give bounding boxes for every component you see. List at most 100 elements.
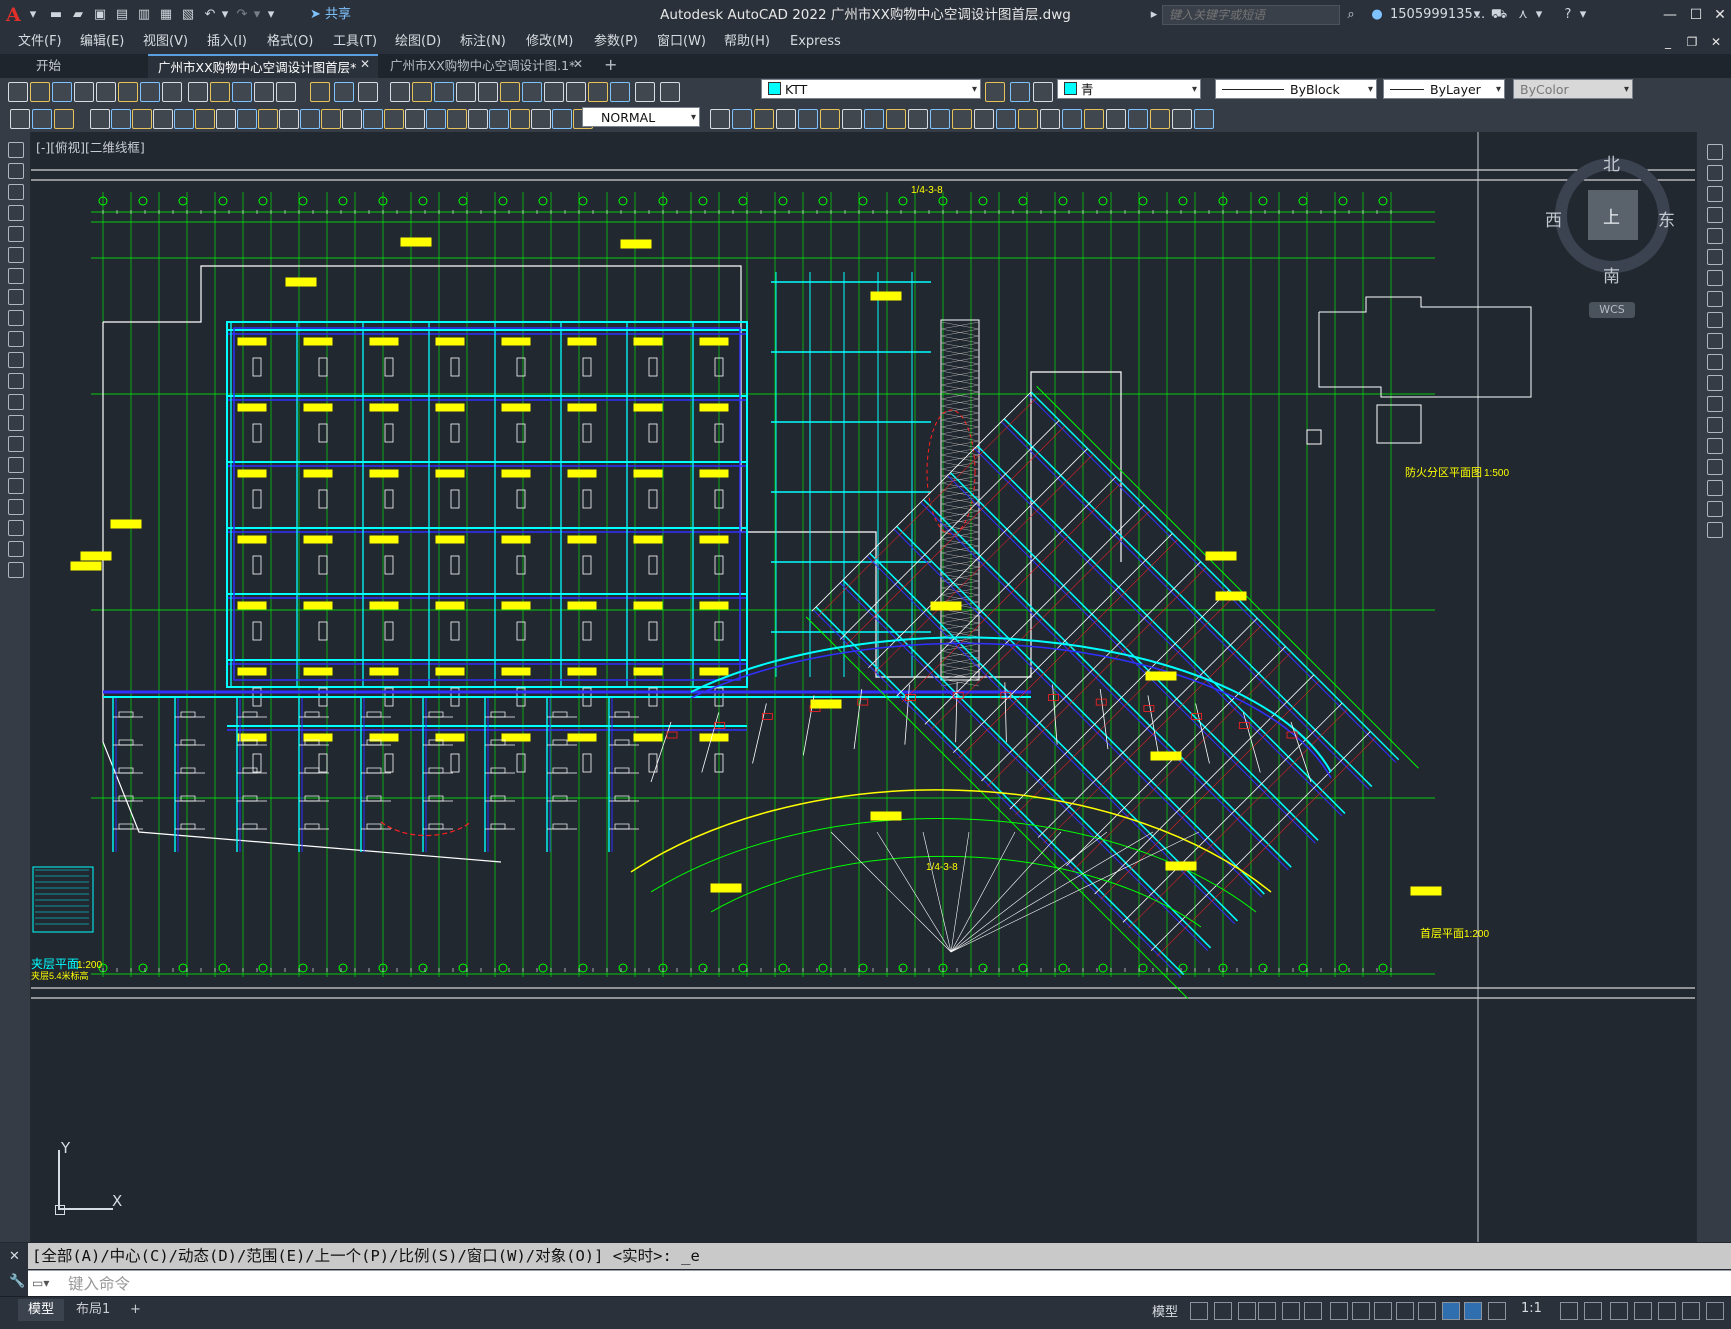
standard-tool-icon[interactable] [1010,82,1030,102]
dimension-tool-icon[interactable] [930,109,950,129]
dimension-tool-icon[interactable] [820,109,840,129]
dimension-tool-icon[interactable] [1106,109,1126,129]
draw-tool-icon[interactable] [8,331,24,347]
standard-tool-icon[interactable] [188,82,208,102]
draw-tool-icon[interactable] [8,205,24,221]
status-toggle-icon[interactable] [1610,1302,1628,1320]
draw-tool-icon[interactable] [8,499,24,515]
dimension-tool-icon[interactable] [710,109,730,129]
standard-tool-icon[interactable] [478,82,498,102]
tab-active-drawing[interactable]: 广州市XX购物中心空调设计图首层* [148,54,378,78]
status-toggle-icon[interactable] [1282,1302,1300,1320]
draw-tool-icon[interactable] [8,268,24,284]
draw-tool-icon[interactable] [8,562,24,578]
draw-tool-icon[interactable] [8,373,24,389]
status-toggle-icon[interactable] [1634,1302,1652,1320]
status-toggle-icon[interactable] [1488,1302,1506,1320]
standard-tool-icon[interactable] [8,82,28,102]
dimension-tool-icon[interactable] [174,109,194,129]
modify-tool-icon[interactable] [1707,522,1723,538]
modify-tool-icon[interactable] [1707,165,1723,181]
modify-tool-icon[interactable] [1707,354,1723,370]
menu-edit[interactable]: 编辑(E) [80,30,124,54]
menu-draw[interactable]: 绘图(D) [395,30,441,54]
draw-tool-icon[interactable] [8,247,24,263]
dimension-tool-icon[interactable] [300,109,320,129]
status-toggle-icon[interactable] [1374,1302,1392,1320]
standard-tool-icon[interactable] [588,82,608,102]
modify-tool-icon[interactable] [1707,333,1723,349]
standard-tool-icon[interactable] [140,82,160,102]
draw-tool-icon[interactable] [8,310,24,326]
dimension-tool-icon[interactable] [258,109,278,129]
standard-tool-icon[interactable] [660,82,680,102]
new-file-icon[interactable]: ▬ [46,5,66,25]
dimension-tool-icon[interactable] [489,109,509,129]
wcs-menu[interactable]: WCS [1589,302,1635,318]
modify-tool-icon[interactable] [1707,417,1723,433]
menu-view[interactable]: 视图(V) [143,30,188,54]
maximize-icon[interactable]: ☐ [1683,4,1709,26]
standard-tool-icon[interactable] [566,82,586,102]
draw-tool-icon[interactable] [8,415,24,431]
dimension-tool-icon[interactable] [1084,109,1104,129]
dimension-tool-icon[interactable] [342,109,362,129]
dimension-tool-icon[interactable] [886,109,906,129]
dimension-tool-icon[interactable] [10,109,30,129]
dimension-tool-icon[interactable] [510,109,530,129]
standard-tool-icon[interactable] [232,82,252,102]
dimension-tool-icon[interactable] [974,109,994,129]
redo-dropdown-icon[interactable]: ▾ [252,5,262,25]
undo-dropdown-icon[interactable]: ▾ [220,5,230,25]
dimension-tool-icon[interactable] [426,109,446,129]
close-command-icon[interactable]: ✕ [9,1249,20,1264]
dimension-tool-icon[interactable] [798,109,818,129]
modify-tool-icon[interactable] [1707,228,1723,244]
tab-start[interactable]: 开始 [26,54,146,78]
draw-tool-icon[interactable] [8,163,24,179]
dimension-tool-icon[interactable] [776,109,796,129]
layer-dropdown[interactable]: KTT ▾ [761,79,981,99]
modify-tool-icon[interactable] [1707,312,1723,328]
dimension-tool-icon[interactable] [90,109,110,129]
viewcube-west[interactable]: 西 [1545,206,1562,231]
modify-tool-icon[interactable] [1707,249,1723,265]
viewcube-north[interactable]: 北 [1603,150,1620,175]
draw-tool-icon[interactable] [8,457,24,473]
tab-second-close-icon[interactable]: ✕ [573,57,583,71]
dimstyle-dropdown[interactable]: NORMAL ▾ [582,107,700,127]
menu-tools[interactable]: 工具(T) [333,30,377,54]
dimension-tool-icon[interactable] [468,109,488,129]
search-input[interactable] [1162,5,1340,25]
dimension-tool-icon[interactable] [1040,109,1060,129]
dimension-tool-icon[interactable] [952,109,972,129]
draw-tool-icon[interactable] [8,394,24,410]
undo-icon[interactable]: ↶ [200,5,220,25]
dimension-tool-icon[interactable] [54,109,74,129]
modify-tool-icon[interactable] [1707,207,1723,223]
status-toggle-icon[interactable] [1418,1302,1436,1320]
plotstyle-dropdown[interactable]: ByColor ▾ [1513,79,1633,99]
status-toggle-icon[interactable] [1304,1302,1322,1320]
dimension-tool-icon[interactable] [1062,109,1082,129]
standard-tool-icon[interactable] [522,82,542,102]
model-space-button[interactable]: 模型 [1152,1301,1178,1320]
user-account[interactable]: 1505999135... [1390,5,1485,25]
dimension-tool-icon[interactable] [552,109,572,129]
viewport-controls[interactable]: [-][俯视][二维线框] [36,137,145,156]
draw-tool-icon[interactable] [8,541,24,557]
autodesk-app-icon[interactable]: ⋏ [1514,5,1532,25]
menu-modify[interactable]: 修改(M) [526,30,573,54]
annotation-scale[interactable]: 1:1 [1521,1301,1542,1316]
new-tab-icon[interactable]: + [604,55,617,74]
standard-tool-icon[interactable] [456,82,476,102]
menu-file[interactable]: 文件(F) [18,30,62,54]
dimension-tool-icon[interactable] [363,109,383,129]
standard-tool-icon[interactable] [254,82,274,102]
status-toggle-icon[interactable] [1560,1302,1578,1320]
standard-tool-icon[interactable] [52,82,72,102]
modify-tool-icon[interactable] [1707,270,1723,286]
close-icon[interactable]: ✕ [1707,4,1731,26]
doc-minimize-icon[interactable]: _ [1655,31,1681,53]
draw-tool-icon[interactable] [8,289,24,305]
